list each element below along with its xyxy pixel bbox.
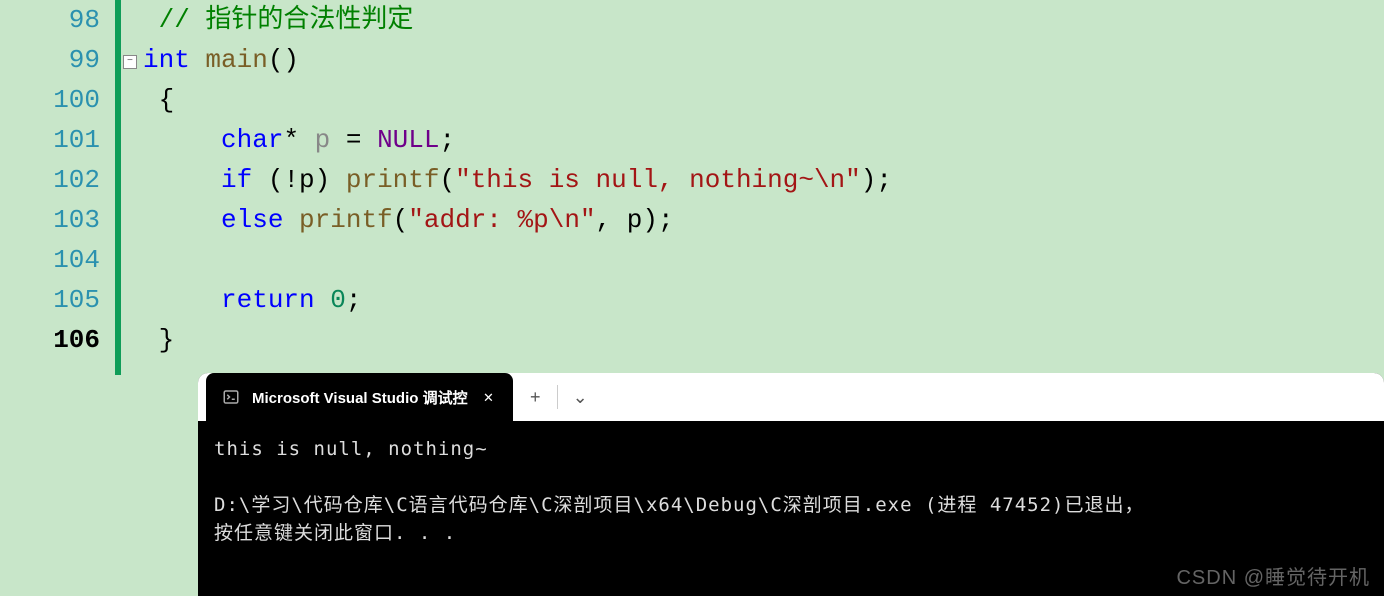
close-icon[interactable]: ✕ (480, 385, 498, 409)
code-line: // 指针的合法性判定 (143, 0, 1384, 40)
code-line: } (143, 320, 1384, 360)
output-line: 按任意键关闭此窗口. . . (214, 522, 456, 544)
escape-seq: \n (549, 205, 580, 235)
semicolon: ; (440, 125, 456, 155)
condition: (!p) (252, 165, 346, 195)
console-titlebar: Microsoft Visual Studio 调试控 ✕ + ⌄ (198, 373, 1384, 421)
space (283, 205, 299, 235)
keyword-if: if (221, 165, 252, 195)
paren: ( (439, 165, 455, 195)
keyword-return: return (221, 285, 315, 315)
identifier: p (299, 125, 346, 155)
line-number[interactable]: 103 (0, 200, 100, 240)
output-line: this is null, nothing~ (214, 438, 488, 460)
code-line: if (!p) printf("this is null, nothing~\n… (143, 160, 1384, 200)
line-number[interactable]: 104 (0, 240, 100, 280)
tab-dropdown-button[interactable]: ⌄ (558, 373, 602, 421)
star: * (283, 125, 299, 155)
comment-text: // 指针的合法性判定 (159, 5, 414, 35)
keyword-else: else (221, 205, 283, 235)
line-number[interactable]: 98 (0, 0, 100, 40)
code-text-area[interactable]: // 指针的合法性判定 int main() { char* p = NULL;… (141, 0, 1384, 375)
code-line: { (143, 80, 1384, 120)
console-tab[interactable]: Microsoft Visual Studio 调试控 ✕ (206, 373, 513, 421)
code-editor: 98 99 100 101 102 103 104 105 106 − // 指… (0, 0, 1384, 375)
line-number[interactable]: 105 (0, 280, 100, 320)
terminal-icon (222, 388, 240, 406)
escape-seq: \n (814, 165, 845, 195)
line-number-current[interactable]: 106 (0, 320, 100, 360)
paren: ( (393, 205, 409, 235)
keyword-int: int (143, 45, 190, 75)
string-end: " (580, 205, 596, 235)
function-printf: printf (299, 205, 393, 235)
console-tab-title: Microsoft Visual Studio 调试控 (252, 387, 468, 408)
brace: } (159, 325, 175, 355)
brace: { (159, 85, 175, 115)
new-tab-button[interactable]: + (513, 373, 557, 421)
code-line: else printf("addr: %p\n", p); (143, 200, 1384, 240)
number-literal: 0 (330, 285, 346, 315)
line-number[interactable]: 101 (0, 120, 100, 160)
line-number[interactable]: 100 (0, 80, 100, 120)
watermark-text: CSDN @睡觉待开机 (1176, 561, 1370, 590)
space (315, 285, 331, 315)
paren: () (268, 45, 299, 75)
rest: , p); (596, 205, 674, 235)
line-number[interactable]: 99 (0, 40, 100, 80)
fold-toggle-icon[interactable]: − (123, 55, 137, 69)
function-main: main (190, 45, 268, 75)
output-line: D:\学习\代码仓库\C语言代码仓库\C深剖项目\x64\Debug\C深剖项目… (214, 494, 1145, 516)
macro-null: NULL (377, 125, 439, 155)
keyword-char: char (221, 125, 283, 155)
code-line: return 0; (143, 280, 1384, 320)
line-gutter: 98 99 100 101 102 103 104 105 106 (0, 0, 115, 375)
function-printf: printf (346, 165, 440, 195)
fold-column: − (121, 0, 141, 375)
code-line-empty (143, 240, 1384, 280)
semicolon: ; (346, 285, 362, 315)
string-end: " (845, 165, 861, 195)
code-line: int main() (143, 40, 1384, 80)
operator: = (346, 125, 377, 155)
line-number[interactable]: 102 (0, 160, 100, 200)
paren: ); (861, 165, 892, 195)
console-output[interactable]: this is null, nothing~ D:\学习\代码仓库\C语言代码仓… (198, 421, 1384, 561)
string-literal: "this is null, nothing~ (455, 165, 814, 195)
string-literal: "addr: %p (408, 205, 548, 235)
code-line: char* p = NULL; (143, 120, 1384, 160)
